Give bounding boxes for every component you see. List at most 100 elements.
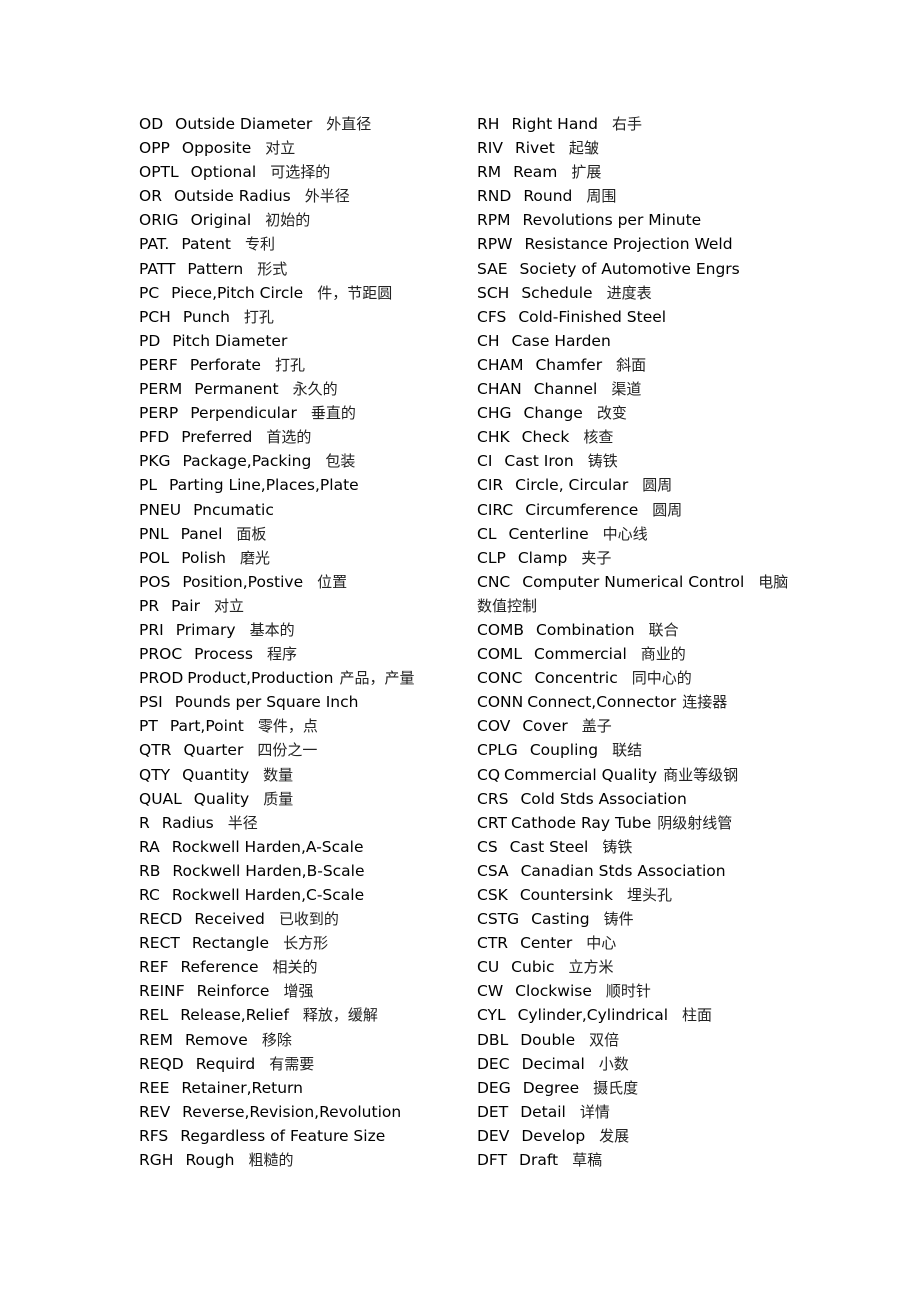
entry-zh: 渠道 bbox=[611, 380, 642, 399]
entry-term: Center bbox=[520, 934, 573, 953]
entry-abbr: QUAL bbox=[139, 789, 182, 808]
entry-abbr: PNL bbox=[139, 524, 169, 543]
entry-abbr: RPM bbox=[477, 211, 511, 230]
entry-term: Preferred bbox=[181, 428, 253, 447]
entry-zh: 斜面 bbox=[616, 355, 647, 374]
entry-zh: 阴级射线管 bbox=[657, 813, 733, 832]
glossary-entry: PFD Preferred 首选的 bbox=[139, 425, 469, 449]
entry-abbr: PCH bbox=[139, 307, 171, 326]
glossary-entry: PRI Primary 基本的 bbox=[139, 618, 469, 642]
entry-term: Part,Point bbox=[169, 717, 244, 736]
entry-zh: 面板 bbox=[236, 524, 267, 543]
entry-abbr: PL bbox=[139, 476, 157, 495]
entry-zh: 扩展 bbox=[571, 163, 602, 182]
entry-abbr: OPTL bbox=[139, 163, 179, 182]
right-column: RH Right Hand 右手 RIV Rivet 起皱 RM Ream 扩展 RND Round… bbox=[477, 112, 789, 1172]
entry-abbr: DBL bbox=[477, 1030, 509, 1049]
entry-term: Package,Packing bbox=[182, 452, 312, 471]
glossary-entry: RFS Regardless of Feature Size bbox=[139, 1124, 469, 1148]
entry-abbr: PT bbox=[139, 717, 158, 736]
entry-zh: 商业的 bbox=[640, 645, 686, 664]
entry-abbr: PATT bbox=[139, 259, 176, 278]
entry-zh: 粗糙的 bbox=[248, 1151, 294, 1170]
entry-term: Cover bbox=[522, 717, 568, 736]
entry-zh: 包装 bbox=[325, 452, 356, 471]
entry-term: Reference bbox=[180, 958, 259, 977]
entry-term: Outside Radius bbox=[173, 187, 291, 206]
entry-abbr: CHAN bbox=[477, 380, 522, 399]
entry-term: Coupling bbox=[529, 741, 599, 760]
glossary-entry: RND Round 周围 bbox=[477, 184, 789, 208]
glossary-entry: ORIG Original 初始的 bbox=[139, 208, 469, 232]
entry-term: Revolutions per Minute bbox=[522, 211, 702, 230]
entry-zh: 相关的 bbox=[272, 958, 318, 977]
entry-term: Pair bbox=[171, 596, 200, 615]
glossary-entry: RPM Revolutions per Minute bbox=[477, 208, 789, 232]
entry-abbr: PRI bbox=[139, 620, 164, 639]
entry-term: Quality bbox=[193, 789, 250, 808]
glossary-entry: RIV Rivet 起皱 bbox=[477, 136, 789, 160]
entry-abbr: REINF bbox=[139, 982, 185, 1001]
entry-abbr: REQD bbox=[139, 1054, 184, 1073]
entry-abbr: RC bbox=[139, 886, 160, 904]
glossary-entry: OR Outside Radius 外半径 bbox=[139, 184, 469, 208]
entry-zh: 基本的 bbox=[249, 620, 295, 639]
entry-term: Outside Diameter bbox=[175, 115, 313, 133]
entry-abbr: REV bbox=[139, 1102, 171, 1121]
entry-abbr: DEG bbox=[477, 1078, 511, 1097]
entry-abbr: CU bbox=[477, 958, 500, 977]
entry-zh: 对立 bbox=[213, 596, 244, 615]
entry-term: Countersink bbox=[519, 886, 613, 904]
entry-term: Rectangle bbox=[191, 934, 270, 953]
entry-zh: 改变 bbox=[596, 404, 627, 423]
glossary-entry: COV Cover 盖子 bbox=[477, 714, 789, 738]
entry-term: Centerline bbox=[508, 524, 589, 543]
entry-term: Schedule bbox=[521, 283, 593, 302]
entry-term: Original bbox=[190, 211, 252, 230]
entry-zh: 中心 bbox=[586, 934, 617, 953]
entry-abbr: RB bbox=[139, 861, 161, 880]
entry-abbr: RECD bbox=[139, 910, 183, 929]
glossary-entry: PD Pitch Diameter bbox=[139, 329, 469, 353]
glossary-entry: QTY Quantity 数量 bbox=[139, 763, 469, 787]
glossary-entry: SAE Society of Automotive Engrs bbox=[477, 257, 789, 281]
glossary-entry: POL Polish 磨光 bbox=[139, 546, 469, 570]
glossary-entry: PATT Pattern 形式 bbox=[139, 257, 469, 281]
glossary-entry: PC Piece,Pitch Circle 件，节距圆 bbox=[139, 281, 469, 305]
glossary-entry: RGH Rough 粗糙的 bbox=[139, 1148, 469, 1172]
entry-term: Draft bbox=[519, 1151, 559, 1170]
entry-zh: 发展 bbox=[599, 1126, 630, 1145]
entry-abbr: PERM bbox=[139, 380, 183, 399]
entry-term: Channel bbox=[533, 380, 598, 399]
entry-zh: 柱面 bbox=[682, 1006, 713, 1025]
entry-zh: 周围 bbox=[586, 187, 617, 206]
entry-abbr: RIV bbox=[477, 139, 503, 158]
entry-term: Change bbox=[523, 404, 583, 423]
glossary-entry: CFS Cold-Finished Steel bbox=[477, 305, 789, 329]
entry-term: Pncumatic bbox=[193, 500, 274, 519]
entry-zh: 核查 bbox=[583, 428, 614, 447]
glossary-entry: CQ Commercial Quality 商业等级钢 bbox=[477, 763, 789, 787]
entry-abbr: COV bbox=[477, 717, 511, 736]
glossary-entry: DBL Double 双倍 bbox=[477, 1028, 789, 1052]
glossary-entry: CW Clockwise 顺时针 bbox=[477, 979, 789, 1003]
entry-term: Round bbox=[523, 187, 573, 206]
entry-zh: 打孔 bbox=[243, 307, 274, 326]
entry-abbr: SCH bbox=[477, 283, 510, 302]
entry-abbr: CPLG bbox=[477, 741, 518, 760]
entry-zh: 产品，产量 bbox=[339, 669, 415, 688]
entry-abbr: PKG bbox=[139, 452, 171, 471]
glossary-entry: CTR Center 中心 bbox=[477, 931, 789, 955]
glossary-entry: CIRC Circumference 圆周 bbox=[477, 498, 789, 522]
entry-abbr: QTY bbox=[139, 765, 171, 784]
glossary-entry: PKG Package,Packing 包装 bbox=[139, 449, 469, 473]
glossary-entry: CHK Check 核查 bbox=[477, 425, 789, 449]
entry-zh: 长方形 bbox=[283, 934, 329, 953]
entry-zh: 垂直的 bbox=[310, 404, 356, 423]
entry-term: Clockwise bbox=[515, 982, 592, 1001]
entry-zh: 对立 bbox=[265, 139, 296, 158]
glossary-entry: PSI Pounds per Square Inch bbox=[139, 690, 469, 714]
entry-zh: 同中心的 bbox=[631, 669, 692, 688]
entry-abbr: CSK bbox=[477, 886, 508, 904]
entry-abbr: CONC bbox=[477, 669, 523, 688]
